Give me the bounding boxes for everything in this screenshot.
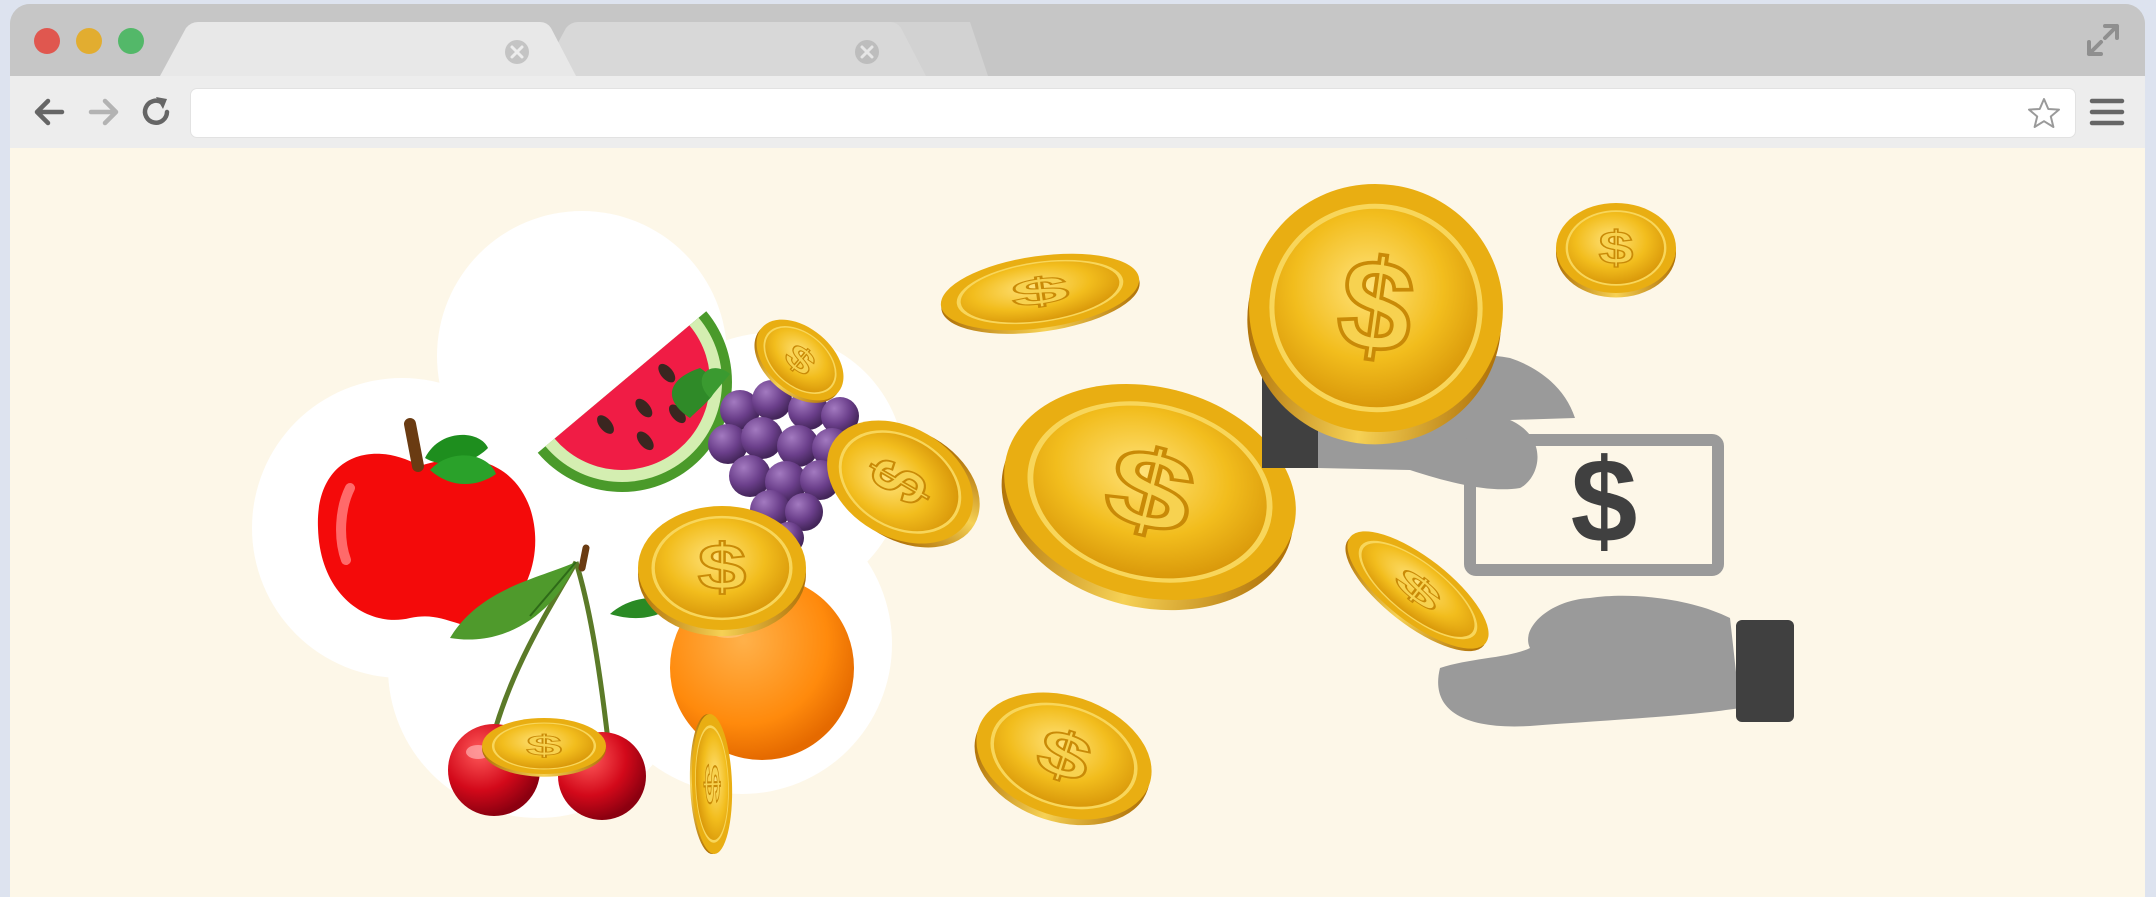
coin-icon <box>1554 201 1678 299</box>
coin-icon <box>480 716 608 779</box>
lower-hand-icon <box>1438 595 1794 727</box>
fruit-to-money-illustration: $ <box>252 148 1794 857</box>
close-icon[interactable] <box>504 39 530 65</box>
page-content: $ <box>10 148 2145 897</box>
coin-icon <box>1327 510 1507 673</box>
title-bar <box>10 4 2145 76</box>
expand-icon[interactable] <box>2083 20 2123 60</box>
back-arrow-icon[interactable] <box>28 90 72 134</box>
coin-icon <box>933 240 1147 348</box>
address-bar[interactable] <box>190 88 2076 138</box>
coin-icon <box>956 669 1170 849</box>
hamburger-menu-icon[interactable] <box>2087 92 2127 132</box>
close-icon[interactable] <box>854 39 880 65</box>
banknote-symbol: $ <box>1571 434 1638 568</box>
reload-icon[interactable] <box>134 90 178 134</box>
browser-window: $ <box>10 4 2145 897</box>
star-icon[interactable] <box>2027 97 2061 131</box>
forward-arrow-icon[interactable] <box>81 90 125 134</box>
browser-toolbar <box>10 76 2145 150</box>
coin-icon <box>636 504 808 638</box>
